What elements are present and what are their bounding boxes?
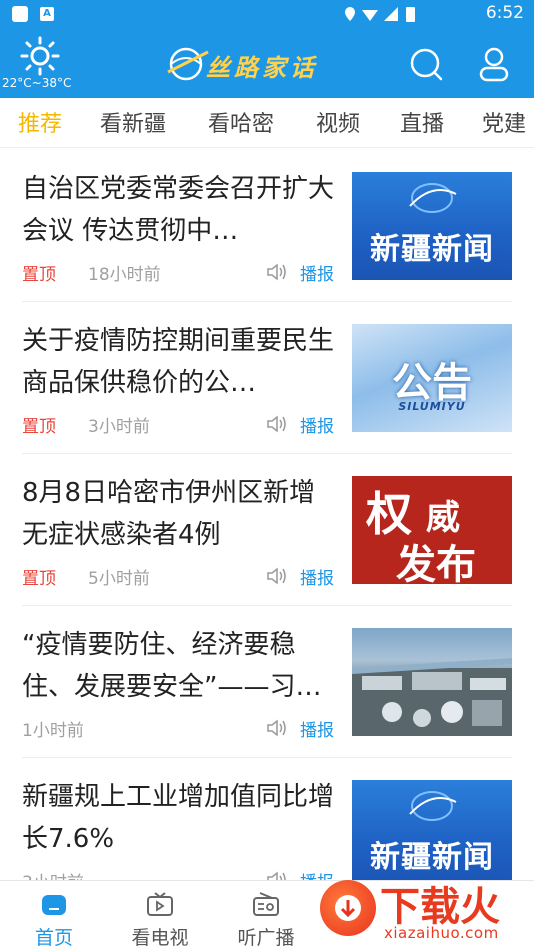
news-thumbnail-photo — [352, 628, 512, 736]
news-meta: 置顶 5小时前 播报 — [22, 564, 340, 589]
news-item[interactable]: 新疆规上工业增加值同比增长7.6% 3小时前 播报 新疆新闻 — [22, 758, 512, 880]
wifi-icon — [362, 10, 378, 21]
battery-icon — [406, 7, 415, 22]
speaker-icon[interactable] — [266, 718, 288, 738]
thumbnail-caption: 新疆新闻 — [370, 232, 494, 267]
tab-hami[interactable]: 看哈密 — [208, 106, 274, 138]
search-button[interactable] — [408, 46, 444, 82]
news-item[interactable]: 关于疫情防控期间重要民生商品保供稳价的公… 置顶 3小时前 播报 公告 SILU… — [22, 302, 512, 452]
news-time: 3小时前 — [88, 417, 150, 437]
pinned-badge: 置顶 — [22, 417, 56, 437]
news-item[interactable]: “疫情要防住、经济要稳住、发展要安全”——习… 1小时前 播报 — [22, 606, 512, 756]
globe-logo-icon — [167, 47, 209, 81]
news-time: 5小时前 — [88, 569, 150, 589]
app-logo: 丝路家话 — [166, 40, 376, 86]
watermark-circle-icon — [320, 880, 376, 936]
tab-video[interactable]: 视频 — [316, 106, 360, 138]
signal-icon — [384, 7, 398, 21]
radio-icon — [253, 892, 279, 916]
tab-party[interactable]: 党建 — [482, 106, 526, 138]
clock: 6:52 — [485, 3, 524, 23]
news-meta: 1小时前 播报 — [22, 716, 340, 741]
thumbnail-caption: 发布 — [396, 541, 476, 584]
news-thumbnail: 权 威 发布 — [352, 476, 512, 584]
speaker-icon[interactable] — [266, 414, 288, 434]
status-bar: A 6:52 — [0, 0, 534, 28]
nav-label: 首页 — [34, 927, 73, 949]
nav-radio[interactable]: 听广播 — [226, 887, 306, 949]
app-notification-icon — [12, 6, 28, 22]
news-thumbnail: 新疆新闻 — [352, 780, 512, 880]
logo-text: 丝路家话 — [206, 53, 318, 82]
category-tabs: 推荐 看新疆 看哈密 视频 直播 党建 — [0, 98, 534, 148]
news-thumbnail: 新疆新闻 — [352, 172, 512, 280]
weather-widget[interactable]: 22°C~38°C — [2, 32, 82, 94]
temperature-range: 22°C~38°C — [2, 76, 72, 90]
news-meta: 3小时前 播报 — [22, 868, 340, 880]
status-icons — [344, 5, 434, 27]
user-icon — [479, 47, 509, 82]
news-title: 自治区党委常委会召开扩大会议 传达贯彻中… — [22, 174, 334, 246]
news-feed: 自治区党委常委会召开扩大会议 传达贯彻中… 置顶 18小时前 播报 新疆新闻 关… — [0, 150, 534, 880]
watermark-url: xiazaihuo.com — [384, 924, 499, 942]
broadcast-button[interactable]: 播报 — [300, 564, 334, 589]
news-title: 新疆规上工业增加值同比增长7.6% — [22, 782, 334, 854]
broadcast-button[interactable]: 播报 — [300, 412, 334, 437]
news-meta: 置顶 18小时前 播报 — [22, 260, 340, 285]
tab-xinjiang[interactable]: 看新疆 — [100, 106, 166, 138]
profile-button[interactable] — [476, 46, 512, 82]
industrial-port-photo — [352, 658, 512, 736]
news-title: 8月8日哈密市伊州区新增无症状感染者4例 — [22, 478, 316, 550]
broadcast-button[interactable]: 播报 — [300, 260, 334, 285]
news-time: 1小时前 — [22, 721, 84, 741]
search-icon — [410, 48, 443, 81]
keyboard-notification-icon: A — [40, 7, 54, 21]
thumbnail-caption: 新疆新闻 — [370, 840, 494, 875]
pinned-badge: 置顶 — [22, 265, 56, 285]
nav-tv[interactable]: 看电视 — [120, 887, 200, 949]
tab-recommend[interactable]: 推荐 — [18, 106, 62, 138]
news-item[interactable]: 8月8日哈密市伊州区新增无症状感染者4例 置顶 5小时前 播报 权 威 发布 — [22, 454, 512, 604]
nav-label: 听广播 — [237, 927, 295, 949]
home-icon — [42, 895, 66, 915]
tab-live[interactable]: 直播 — [400, 106, 444, 138]
news-time: 18小时前 — [88, 265, 161, 285]
nav-home[interactable]: 首页 — [14, 887, 94, 949]
news-title: “疫情要防住、经济要稳住、发展要安全”——习… — [22, 630, 322, 702]
tv-icon — [147, 892, 173, 916]
location-icon — [345, 7, 355, 21]
news-time: 3小时前 — [22, 868, 84, 880]
speaker-icon[interactable] — [266, 870, 288, 880]
app-header: 22°C~38°C 丝路家话 — [0, 28, 534, 98]
sun-icon — [20, 36, 60, 76]
thumbnail-subcaption: SILUMIYU — [398, 400, 466, 413]
news-item[interactable]: 自治区党委常委会召开扩大会议 传达贯彻中… 置顶 18小时前 播报 新疆新闻 — [22, 150, 512, 300]
news-meta: 置顶 3小时前 播报 — [22, 412, 340, 437]
speaker-icon[interactable] — [266, 262, 288, 282]
nav-label: 看电视 — [131, 927, 189, 949]
xinjiang-news-emblem-icon — [409, 183, 457, 213]
news-title: 关于疫情防控期间重要民生商品保供稳价的公… — [22, 326, 334, 398]
xinjiang-news-emblem-icon — [409, 791, 457, 821]
broadcast-button[interactable]: 播报 — [300, 716, 334, 741]
pinned-badge: 置顶 — [22, 569, 56, 589]
news-thumbnail: 公告 SILUMIYU — [352, 324, 512, 432]
watermark-logo: 下载火 xiazaihuo.com — [310, 872, 534, 950]
speaker-icon[interactable] — [266, 566, 288, 586]
